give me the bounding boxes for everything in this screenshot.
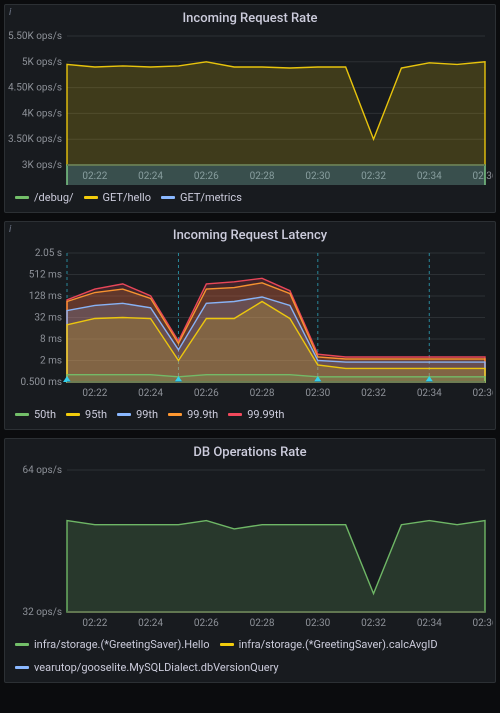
legend-item[interactable]: infra/storage.(*GreetingSaver).Hello: [15, 638, 210, 651]
legend: 50th 95th 99th 99.9th 99.99th: [5, 402, 495, 429]
x-tick-label: 02:36: [473, 618, 493, 629]
x-tick-label: 02:28: [250, 618, 275, 629]
y-tick-label: 8 ms: [40, 334, 62, 345]
legend-swatch: [15, 666, 29, 669]
legend-item[interactable]: GET/metrics: [161, 191, 242, 204]
legend-label: vearutop/gooselite.MySQLDialect.dbVersio…: [34, 661, 279, 674]
legend-swatch: [168, 413, 182, 416]
legend-item[interactable]: vearutop/gooselite.MySQLDialect.dbVersio…: [15, 661, 279, 674]
chart-plot[interactable]: 3K ops/s 3.50K ops/s 4K ops/s 4.50K ops/s 5K…: [5, 30, 493, 185]
legend-swatch: [15, 643, 29, 646]
y-tick-label: 3K ops/s: [22, 160, 62, 171]
y-tick-label: 32 ms: [34, 313, 62, 324]
info-icon[interactable]: i: [9, 224, 11, 235]
x-tick-label: 02:36: [473, 388, 493, 399]
x-tick-label: 02:34: [417, 618, 442, 629]
legend-item[interactable]: /debug/: [15, 191, 74, 204]
chart-panel: DB Operations Rate 32 ops/s 64 ops/s 02:22 0…: [4, 438, 496, 683]
panel-title: DB Operations Rate: [5, 439, 495, 464]
legend-swatch: [15, 413, 29, 416]
legend-item[interactable]: infra/storage.(*GreetingSaver).calcAvgID: [220, 638, 438, 651]
legend-swatch: [161, 196, 175, 199]
legend: infra/storage.(*GreetingSaver).Hello infr…: [5, 632, 495, 682]
legend-label: infra/storage.(*GreetingSaver).Hello: [34, 638, 210, 651]
legend-swatch: [84, 196, 98, 199]
y-tick-label: 4.50K ops/s: [8, 83, 62, 94]
chart-plot[interactable]: 0.500 ms 2 ms 8 ms 32 ms 128 ms 512 ms 2.05 s 0…: [5, 247, 493, 402]
chart-panel: iIncoming Request Latency 0.500 ms 2 ms 8 m…: [4, 221, 496, 430]
chart-plot[interactable]: 32 ops/s 64 ops/s 02:22 02:24 02:26 02:28 02:3…: [5, 464, 493, 632]
legend: /debug/GET/hello GET/metrics: [5, 185, 495, 212]
x-tick-label: 02:28: [250, 388, 275, 399]
chart-panel: iIncoming Request Rate 3K ops/s 3.50K ops/…: [4, 4, 496, 213]
info-icon[interactable]: i: [9, 7, 11, 18]
panel-title: Incoming Request Latency: [5, 222, 495, 247]
y-tick-label: 4K ops/s: [22, 108, 62, 119]
x-tick-label: 02:26: [194, 618, 219, 629]
y-tick-label: 3.50K ops/s: [8, 134, 62, 145]
legend-label: infra/storage.(*GreetingSaver).calcAvgID: [239, 638, 438, 651]
legend-swatch: [117, 413, 131, 416]
legend-label: GET/metrics: [180, 191, 242, 204]
legend-label: 95th: [85, 408, 107, 421]
x-tick-label: 02:34: [417, 388, 442, 399]
legend-item[interactable]: 99.99th: [228, 408, 284, 421]
y-tick-label: 512 ms: [29, 270, 62, 281]
legend-item[interactable]: 50th: [15, 408, 56, 421]
x-tick-label: 02:30: [305, 388, 330, 399]
panel-title: Incoming Request Rate: [5, 5, 495, 30]
y-tick-label: 32 ops/s: [23, 607, 63, 618]
legend-swatch: [228, 413, 242, 416]
x-tick-label: 02:32: [361, 618, 386, 629]
y-tick-label: 128 ms: [29, 291, 62, 302]
legend-label: 50th: [34, 408, 56, 421]
legend-label: /debug/: [34, 191, 74, 204]
x-tick-label: 02:32: [361, 388, 386, 399]
x-tick-label: 02:24: [138, 388, 163, 399]
y-tick-label: 64 ops/s: [23, 465, 63, 476]
legend-item[interactable]: 99.9th: [168, 408, 218, 421]
legend-label: GET/hello: [103, 191, 151, 204]
y-tick-label: 5.50K ops/s: [8, 31, 62, 42]
y-tick-label: 2.05 s: [35, 248, 62, 259]
legend-item[interactable]: GET/hello: [84, 191, 151, 204]
x-tick-label: 02:24: [138, 618, 163, 629]
legend-label: 99th: [136, 408, 158, 421]
y-tick-label: 5K ops/s: [22, 57, 62, 68]
legend-label: 99.9th: [187, 408, 218, 421]
x-tick-label: 02:22: [82, 388, 107, 399]
x-tick-label: 02:26: [194, 388, 219, 399]
legend-swatch: [15, 196, 29, 199]
legend-swatch: [66, 413, 80, 416]
legend-swatch: [220, 643, 234, 646]
y-tick-label: 2 ms: [40, 356, 62, 367]
x-tick-label: 02:30: [305, 618, 330, 629]
x-tick-label: 02:22: [82, 618, 107, 629]
legend-item[interactable]: 99th: [117, 408, 158, 421]
legend-item[interactable]: 95th: [66, 408, 107, 421]
legend-label: 99.99th: [247, 408, 284, 421]
y-tick-label: 0.500 ms: [20, 377, 62, 388]
